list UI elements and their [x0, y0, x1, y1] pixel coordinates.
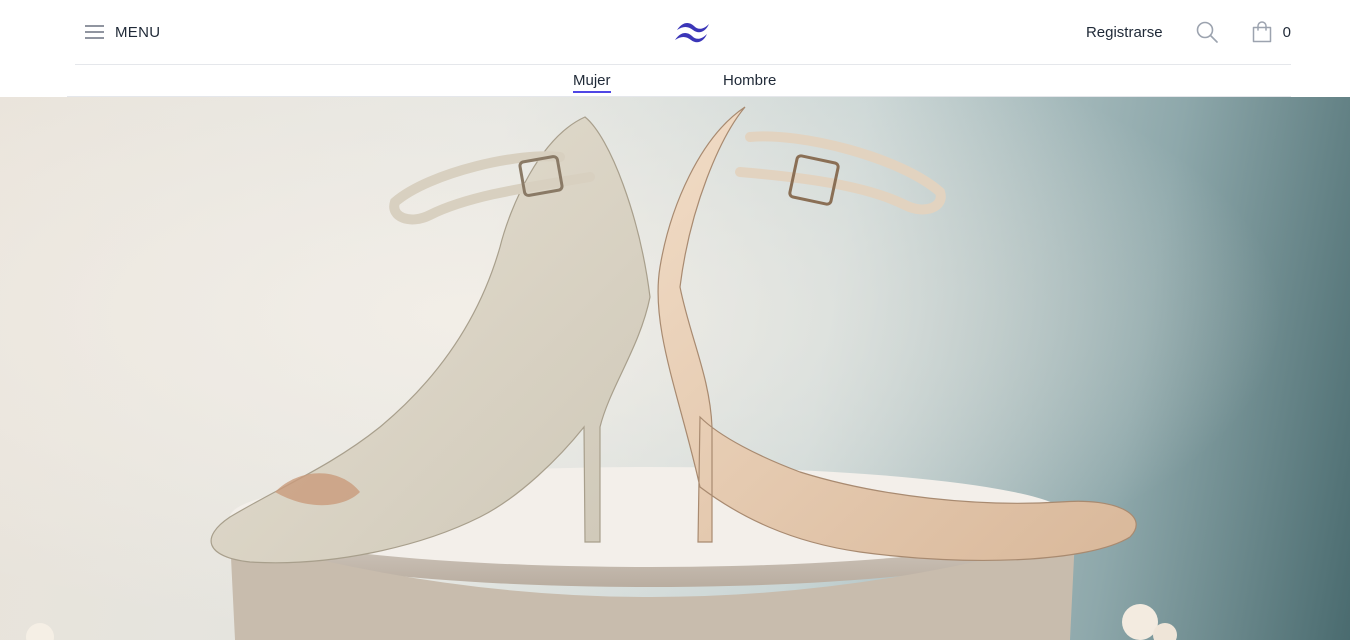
tailwind-wave-logo	[675, 22, 709, 43]
hero-shoes-image	[0, 97, 1350, 640]
logo[interactable]	[674, 19, 712, 45]
category-link-hombre[interactable]: Hombre	[723, 72, 776, 91]
category-nav: Mujer Hombre	[67, 65, 1291, 97]
category-link-mujer[interactable]: Mujer	[573, 72, 611, 93]
cart-count: 0	[1282, 23, 1291, 41]
hamburger-icon	[85, 25, 104, 39]
register-link[interactable]: Registrarse	[1086, 24, 1163, 41]
cart-button[interactable]: 0	[1252, 21, 1291, 43]
shopping-bag-icon	[1252, 21, 1271, 43]
header-tools: Registrarse 0	[1086, 18, 1291, 46]
top-bar: MENU Registrarse 0	[75, 0, 1291, 65]
search-icon[interactable]	[1196, 21, 1218, 43]
menu-label: MENU	[115, 23, 161, 41]
hero-banner	[0, 97, 1350, 640]
menu-button[interactable]: MENU	[85, 20, 160, 44]
